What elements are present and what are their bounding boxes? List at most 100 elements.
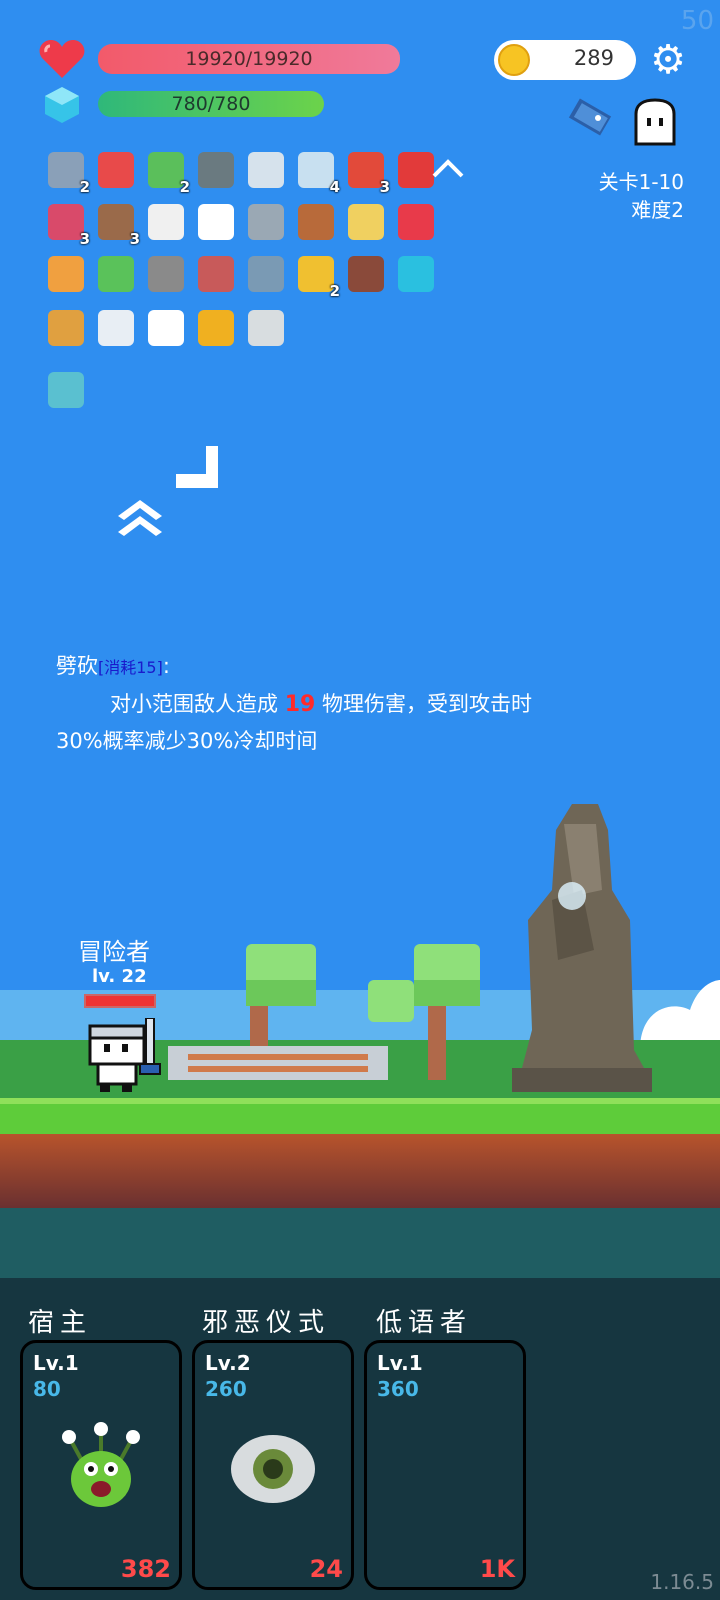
- inventory-item[interactable]: [344, 252, 388, 296]
- skill-line1-post: 物理伤害，受到攻击时: [315, 692, 532, 716]
- hero-level: lv. 22: [92, 966, 147, 987]
- inventory-item[interactable]: [94, 306, 138, 350]
- inventory-item[interactable]: 2: [294, 252, 340, 300]
- mushroom-icon: [348, 256, 384, 292]
- inventory-item[interactable]: [94, 148, 138, 192]
- meat-icon: [298, 204, 334, 240]
- green-monster-icon: [62, 1422, 140, 1507]
- inventory-item[interactable]: [194, 148, 238, 192]
- settings-gear-icon[interactable]: ⚙: [648, 40, 688, 80]
- skill-damage: 19: [284, 692, 316, 717]
- crescent-moon-icon: [417, 1429, 457, 1509]
- shield-icon: [248, 256, 284, 292]
- inventory-item[interactable]: [144, 306, 188, 350]
- difficulty-label: 难度2: [631, 198, 684, 222]
- helmet-icon: [148, 256, 184, 292]
- coin-counter: 289: [494, 40, 636, 80]
- inventory-item[interactable]: [294, 200, 338, 244]
- skill-colon: :: [162, 654, 170, 678]
- praying-statue[interactable]: [512, 800, 662, 1100]
- skill-cost: [消耗15]: [98, 658, 163, 677]
- skill-line2: 30%概率减少30%冷却时间: [56, 729, 318, 753]
- inventory-item[interactable]: [94, 252, 138, 296]
- inventory-item[interactable]: 4: [294, 148, 340, 196]
- inventory-item[interactable]: [244, 200, 288, 244]
- card-title-host: 宿主: [28, 1308, 93, 1338]
- inventory-item[interactable]: 3: [94, 200, 140, 248]
- green-book-icon: [98, 256, 134, 292]
- card-host[interactable]: Lv.1 80 382: [20, 1340, 182, 1590]
- water: [0, 1208, 720, 1278]
- cloud-icon: [98, 310, 134, 346]
- heart-icon: [39, 40, 85, 78]
- hook-icon: [198, 256, 234, 292]
- hero-name: 冒险者: [78, 938, 150, 966]
- inventory-item[interactable]: [194, 306, 238, 350]
- inventory-item[interactable]: [344, 200, 388, 244]
- item-count: 2: [329, 282, 340, 300]
- item-count: 2: [179, 178, 190, 196]
- inventory-item[interactable]: [144, 252, 188, 296]
- mp-bar: 780/780: [98, 91, 324, 117]
- lightbulb-card-icon: [48, 372, 84, 408]
- inventory-item[interactable]: [44, 368, 88, 412]
- apple-icon: [398, 152, 434, 188]
- card-cost: 260: [205, 1377, 247, 1401]
- hp-bar: 19920/19920: [98, 44, 400, 74]
- inventory-item[interactable]: 2: [44, 148, 90, 196]
- hero-hp-bar: [84, 994, 156, 1008]
- fps-counter: 50: [680, 6, 714, 36]
- gem-icon: [398, 256, 434, 292]
- card-power: 1K: [479, 1555, 515, 1583]
- card-level: Lv.1: [33, 1351, 79, 1375]
- inventory-item[interactable]: [44, 252, 88, 296]
- scroll-icon: [48, 256, 84, 292]
- inventory-item[interactable]: [244, 252, 288, 296]
- coin-stack-icon: [198, 310, 234, 346]
- item-count: 2: [79, 178, 90, 196]
- inventory-item[interactable]: [194, 200, 238, 244]
- inventory-item[interactable]: [394, 252, 438, 296]
- watermelon-icon: [98, 152, 134, 188]
- card-title-whisperer: 低语者: [376, 1308, 473, 1338]
- ghost-pet-icon[interactable]: [630, 98, 680, 148]
- halo-icon: [348, 204, 384, 240]
- double-chevron-up-icon[interactable]: [116, 498, 164, 538]
- inventory-item[interactable]: [244, 306, 288, 350]
- stage-label: 关卡1-10: [598, 170, 684, 194]
- card-cost: 80: [33, 1377, 61, 1401]
- ground-dirt: [0, 1134, 720, 1208]
- skill-line1-pre: 对小范围敌人造成: [110, 692, 285, 716]
- item-count: 3: [129, 230, 140, 248]
- fish-flag-icon[interactable]: [568, 96, 618, 142]
- skill-name: 劈砍: [56, 654, 98, 678]
- collapse-chevron-up-icon[interactable]: [430, 156, 466, 180]
- corner-marker-icon: [176, 446, 218, 488]
- stage-info: 关卡1-10 难度2: [599, 168, 684, 224]
- knight-hero[interactable]: [86, 1018, 166, 1098]
- item-count: 3: [79, 230, 90, 248]
- item-count: 3: [379, 178, 390, 196]
- inventory-item[interactable]: [394, 200, 438, 244]
- card-evil-ritual[interactable]: Lv.2 260 24: [192, 1340, 354, 1590]
- ground-grass: [0, 1098, 720, 1134]
- card-power: 382: [120, 1555, 171, 1583]
- eye-icon: [231, 1435, 315, 1503]
- axe-icon: [248, 204, 284, 240]
- inventory-item[interactable]: 3: [44, 200, 90, 248]
- inventory-item[interactable]: [244, 148, 288, 192]
- sword-icon: [248, 152, 284, 188]
- inventory-item[interactable]: 2: [144, 148, 190, 196]
- coin-icon: [498, 44, 530, 76]
- inventory-item[interactable]: 3: [344, 148, 390, 196]
- inventory-item[interactable]: [194, 252, 238, 296]
- mortar-icon: [198, 152, 234, 188]
- inventory-item[interactable]: [144, 200, 188, 244]
- card-level: Lv.1: [377, 1351, 423, 1375]
- card-cost: 360: [377, 1377, 419, 1401]
- card-title-evil-ritual: 邪恶仪式: [202, 1308, 331, 1338]
- tome-icon: [48, 310, 84, 346]
- inventory-item[interactable]: [44, 306, 88, 350]
- coin-value: 289: [573, 46, 614, 70]
- card-whisperer[interactable]: Lv.1 360 1K: [364, 1340, 526, 1590]
